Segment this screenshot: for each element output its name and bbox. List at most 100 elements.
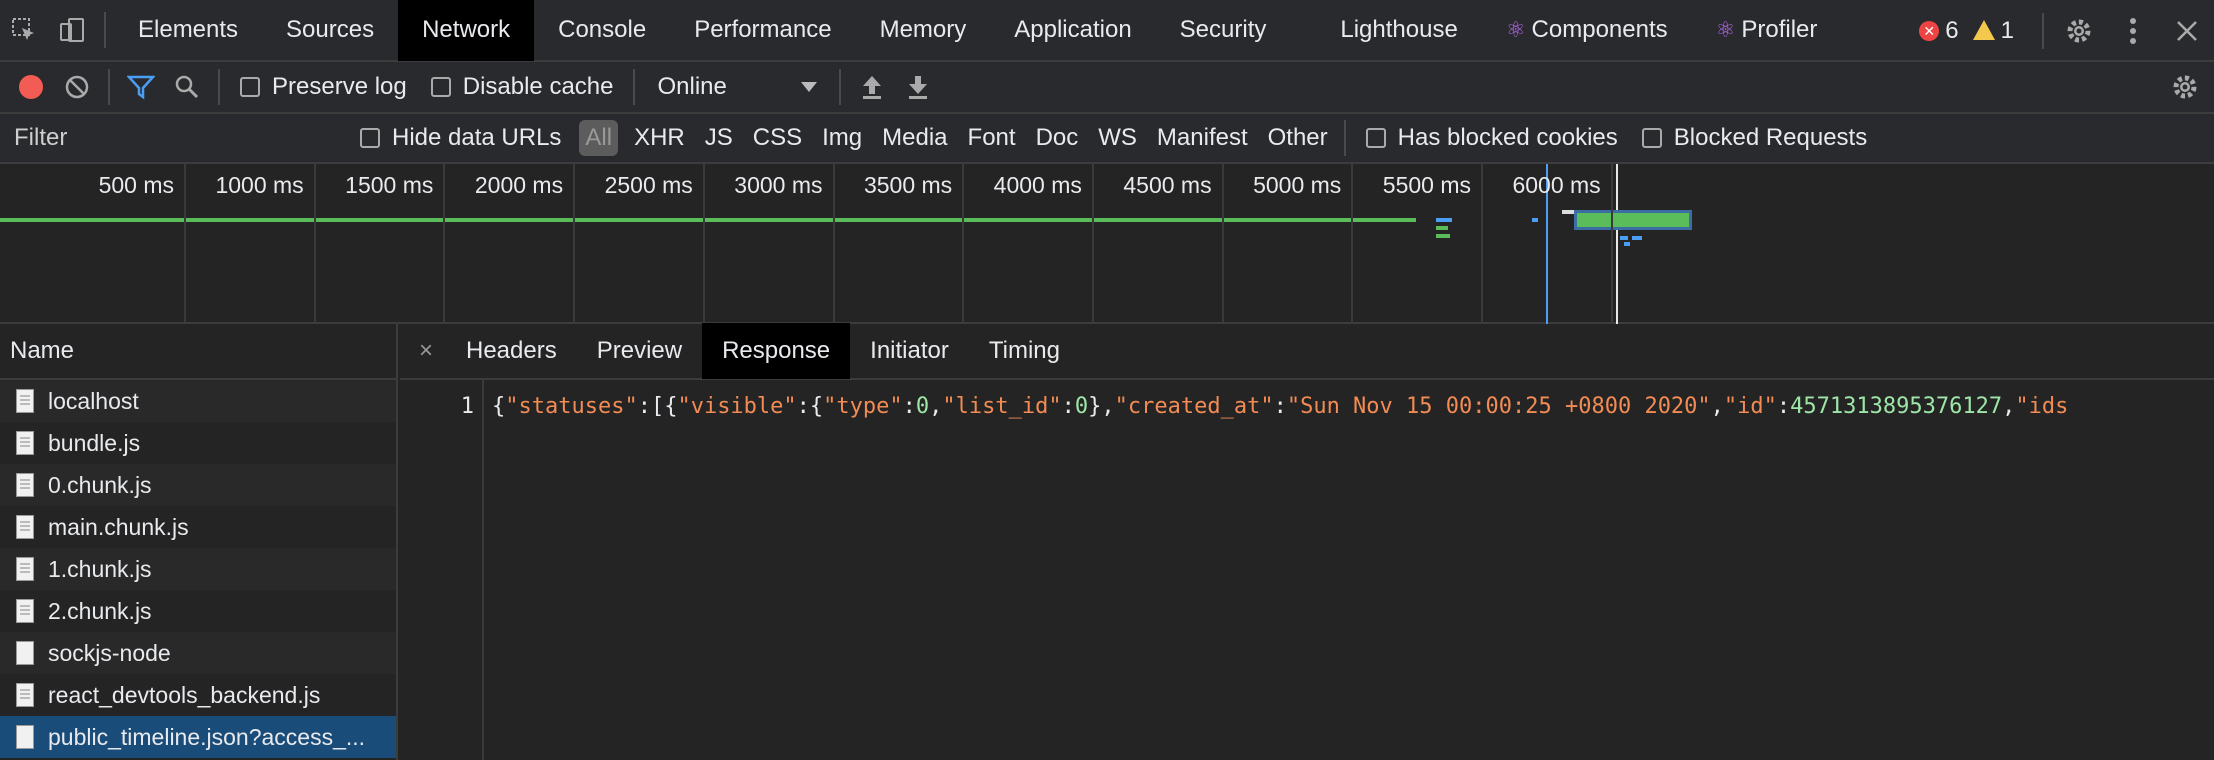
- json-key: "list_id": [942, 394, 1062, 419]
- detail-tab-response[interactable]: Response: [702, 323, 851, 379]
- type-filter-js[interactable]: JS: [695, 124, 743, 152]
- line-number: 1: [400, 380, 484, 760]
- has-blocked-cookies-checkbox[interactable]: Has blocked cookies: [1365, 124, 1618, 152]
- type-filter-media[interactable]: Media: [872, 124, 957, 152]
- type-filter-xhr[interactable]: XHR: [624, 124, 695, 152]
- type-filter-font[interactable]: Font: [958, 124, 1026, 152]
- blocked-requests-checkbox[interactable]: Blocked Requests: [1641, 124, 1867, 152]
- detail-tab-timing[interactable]: Timing: [969, 323, 1080, 379]
- network-settings-button[interactable]: [2162, 61, 2208, 113]
- type-filter-ws[interactable]: WS: [1088, 124, 1147, 152]
- request-row[interactable]: localhost: [0, 380, 396, 422]
- device-toolbar-icon[interactable]: [48, 0, 96, 61]
- checkbox-box[interactable]: [1365, 128, 1386, 148]
- request-bar: [1624, 242, 1630, 246]
- response-viewer[interactable]: 1 {"statuses":[{"visible":{"type":0,"lis…: [400, 380, 2214, 760]
- type-filter-css[interactable]: CSS: [743, 124, 812, 152]
- import-har-button[interactable]: [849, 61, 895, 113]
- tab-network[interactable]: Network: [398, 0, 535, 61]
- json-punct: :[{: [637, 394, 678, 419]
- more-options-icon[interactable]: [2106, 0, 2160, 62]
- toolbar-divider: [839, 69, 842, 105]
- checkbox-box[interactable]: [240, 77, 260, 97]
- hide-data-urls-checkbox[interactable]: Hide data URLs: [360, 124, 561, 152]
- request-name: public_timeline.json?access_...: [48, 723, 366, 750]
- request-bar: [1436, 226, 1448, 230]
- filter-bar: Filter Hide data URLs All XHR JS CSS Img Medi…: [0, 114, 2214, 164]
- settings-gear-icon[interactable]: [2052, 0, 2106, 62]
- request-row[interactable]: sockjs-node: [0, 632, 396, 674]
- request-name: sockjs-node: [48, 639, 171, 666]
- json-number: 0: [1074, 394, 1089, 419]
- json-punct: :{: [796, 394, 824, 419]
- tab-components[interactable]: ⚛ Components: [1482, 0, 1692, 61]
- tab-security[interactable]: Security: [1156, 0, 1291, 61]
- error-count-badge[interactable]: ✕ 6: [1919, 17, 1959, 45]
- detail-tab-headers[interactable]: Headers: [446, 323, 577, 379]
- name-column-header[interactable]: Name: [0, 324, 396, 380]
- document-icon: [16, 599, 34, 623]
- request-row[interactable]: react_devtools_backend.js: [0, 674, 396, 716]
- request-list: Name localhost bundle.js 0.chunk.js main.ch…: [0, 324, 398, 760]
- inspect-element-icon[interactable]: [0, 0, 48, 61]
- type-filter-other[interactable]: Other: [1258, 124, 1338, 152]
- preserve-log-label: Preserve log: [272, 73, 407, 100]
- json-number: 4571313895376127: [1790, 394, 2003, 419]
- document-icon: [16, 725, 34, 749]
- tab-application[interactable]: Application: [990, 0, 1155, 61]
- checkbox-box[interactable]: [1641, 128, 1662, 148]
- request-row[interactable]: 1.chunk.js: [0, 548, 396, 590]
- document-icon: [16, 683, 34, 707]
- preserve-log-checkbox[interactable]: Preserve log: [240, 73, 407, 101]
- detail-tab-preview[interactable]: Preview: [577, 323, 702, 379]
- json-punct: ,: [929, 394, 943, 419]
- detail-tab-initiator[interactable]: Initiator: [850, 323, 969, 379]
- filter-input[interactable]: Filter: [0, 124, 350, 152]
- upload-icon: [863, 76, 882, 99]
- checkbox-box[interactable]: [360, 128, 380, 148]
- tab-sources[interactable]: Sources: [262, 0, 398, 61]
- load-event-marker: [1616, 164, 1618, 324]
- request-name: 2.chunk.js: [48, 597, 152, 624]
- json-key: "statuses": [505, 394, 638, 419]
- type-filter-all[interactable]: All: [579, 120, 619, 156]
- request-row[interactable]: main.chunk.js: [0, 506, 396, 548]
- close-devtools-icon[interactable]: [2160, 0, 2214, 62]
- request-name: react_devtools_backend.js: [48, 681, 321, 708]
- request-row[interactable]: public_timeline.json?access_...: [0, 716, 396, 758]
- close-detail-icon[interactable]: ×: [406, 337, 446, 365]
- filter-toggle-button[interactable]: [118, 61, 164, 113]
- tab-memory[interactable]: Memory: [856, 0, 991, 61]
- type-filter-img[interactable]: Img: [812, 124, 872, 152]
- type-filter-doc[interactable]: Doc: [1026, 124, 1089, 152]
- request-row[interactable]: bundle.js: [0, 422, 396, 464]
- search-button[interactable]: [164, 61, 210, 113]
- tab-lighthouse[interactable]: Lighthouse: [1316, 0, 1481, 61]
- type-filter-manifest[interactable]: Manifest: [1147, 124, 1258, 152]
- tab-profiler[interactable]: ⚛ Profiler: [1692, 0, 1842, 61]
- record-button[interactable]: [8, 61, 54, 113]
- clear-icon: [65, 75, 89, 99]
- tab-performance[interactable]: Performance: [670, 0, 855, 61]
- network-overview-timeline[interactable]: 500 ms 1000 ms 1500 ms 2000 ms 2500 ms 3000 m…: [0, 164, 2214, 324]
- export-har-button[interactable]: [895, 61, 941, 113]
- react-icon: ⚛: [1715, 17, 1736, 42]
- throttling-select[interactable]: Online: [657, 73, 818, 101]
- request-row[interactable]: 2.chunk.js: [0, 590, 396, 632]
- warning-count-badge[interactable]: 1: [1972, 17, 2014, 45]
- tab-console[interactable]: Console: [534, 0, 670, 61]
- document-icon: [16, 473, 34, 497]
- json-punct: :: [902, 394, 916, 419]
- json-punct: {: [492, 394, 506, 419]
- request-bar: [1436, 234, 1450, 238]
- request-name: main.chunk.js: [48, 513, 189, 540]
- request-row[interactable]: 0.chunk.js: [0, 464, 396, 506]
- has-blocked-cookies-label: Has blocked cookies: [1397, 124, 1618, 151]
- clear-button[interactable]: [54, 61, 100, 113]
- disable-cache-checkbox[interactable]: Disable cache: [430, 73, 613, 101]
- search-icon: [175, 75, 199, 99]
- request-name: 0.chunk.js: [48, 471, 152, 498]
- tab-elements[interactable]: Elements: [114, 0, 262, 61]
- response-code-line: {"statuses":[{"visible":{"type":0,"list_…: [492, 394, 2214, 419]
- checkbox-box[interactable]: [430, 77, 451, 97]
